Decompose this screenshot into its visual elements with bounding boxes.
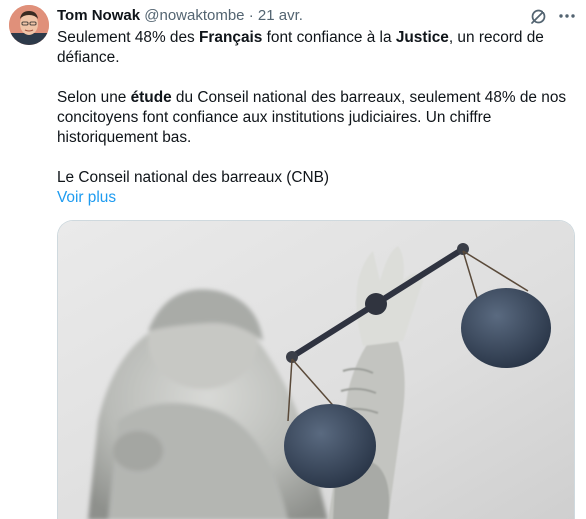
author-handle[interactable]: @nowaktombe (144, 7, 244, 24)
header-separator: · (248, 7, 254, 24)
tweet-media-image[interactable] (57, 220, 575, 519)
show-more-link[interactable]: Voir plus (57, 189, 116, 206)
justice-statue-image (58, 221, 574, 519)
avatar-image (9, 5, 49, 45)
more-options-icon[interactable] (556, 6, 578, 26)
tweet-paragraph-3: Le Conseil national des barreaux (CNB) Vo… (57, 169, 330, 206)
tweet-header: Tom Nowak @nowaktombe · 21 avr. (57, 6, 303, 26)
tweet-date[interactable]: 21 avr. (258, 7, 303, 24)
tweet-paragraph-2: Selon une étude du Conseil national des … (57, 89, 567, 146)
grok-icon[interactable] (529, 6, 549, 26)
tweet-paragraph-1: Seulement 48% des Français font confianc… (57, 29, 544, 66)
tweet-text: Seulement 48% des Français font confianc… (57, 28, 567, 208)
author-name[interactable]: Tom Nowak (57, 7, 140, 24)
avatar[interactable] (9, 5, 49, 45)
